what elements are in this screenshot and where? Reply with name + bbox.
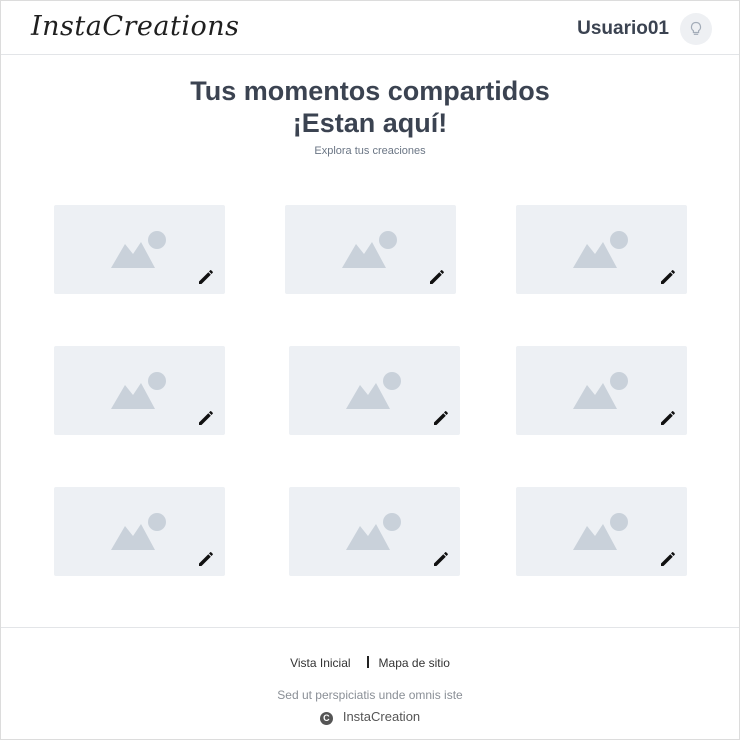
page-title: Tus momentos compartidos ¡Estan aquí! [1,75,739,139]
logo[interactable]: InstaCreations [31,11,240,42]
pencil-icon[interactable] [659,550,677,568]
gallery-item[interactable] [54,346,225,435]
gallery-item[interactable] [289,487,460,576]
image-placeholder-icon [111,372,166,409]
image-placeholder-icon [573,372,628,409]
pencil-icon[interactable] [432,409,450,427]
pencil-icon[interactable] [659,268,677,286]
pencil-icon[interactable] [659,409,677,427]
gallery-item[interactable] [285,205,456,294]
pencil-icon[interactable] [197,550,215,568]
image-placeholder-icon [346,513,401,550]
gallery-item[interactable] [54,205,225,294]
footer-tagline: Sed ut perspiciatis unde omnis iste [277,688,463,702]
user-name[interactable]: Usuario01 [577,18,669,40]
title-line-2: ¡Estan aquí! [292,108,448,138]
page-frame: InstaCreations Usuario01 Tus momentos co… [0,0,740,740]
pencil-icon[interactable] [428,268,446,286]
copyright-icon: C [319,712,333,725]
top-header: InstaCreations Usuario01 [1,1,739,55]
footer-copyright: C InstaCreation [1,709,739,725]
title-line-1: Tus momentos compartidos [190,76,550,106]
gallery-item[interactable] [516,487,687,576]
footer-link-separator [366,656,369,668]
gallery-item[interactable] [54,487,225,576]
page-subtitle: Explora tus creaciones [314,145,426,157]
pencil-icon[interactable] [197,409,215,427]
lightbulb-icon [690,21,702,35]
footer-link-sitemap[interactable]: Mapa de sitio [379,656,450,670]
image-placeholder-icon [573,231,628,268]
footer-link-home[interactable]: Vista Inicial [290,656,350,670]
footer-links: Vista Inicial Mapa de sitio [1,656,739,670]
copyright-text: InstaCreation [342,709,421,724]
image-placeholder-icon [111,231,166,268]
image-placeholder-icon [573,513,628,550]
gallery-item[interactable] [289,346,460,435]
gallery-item[interactable] [516,346,687,435]
image-placeholder-icon [342,231,397,268]
image-placeholder-icon [111,513,166,550]
gallery-item[interactable] [516,205,687,294]
pencil-icon[interactable] [197,268,215,286]
hero-section: Tus momentos compartidos ¡Estan aquí! Ex… [1,75,739,157]
image-placeholder-icon [346,372,401,409]
page-footer: Vista Inicial Mapa de sitio Sed ut perspi… [1,627,739,741]
pencil-icon[interactable] [432,550,450,568]
theme-toggle-button[interactable] [680,13,712,45]
